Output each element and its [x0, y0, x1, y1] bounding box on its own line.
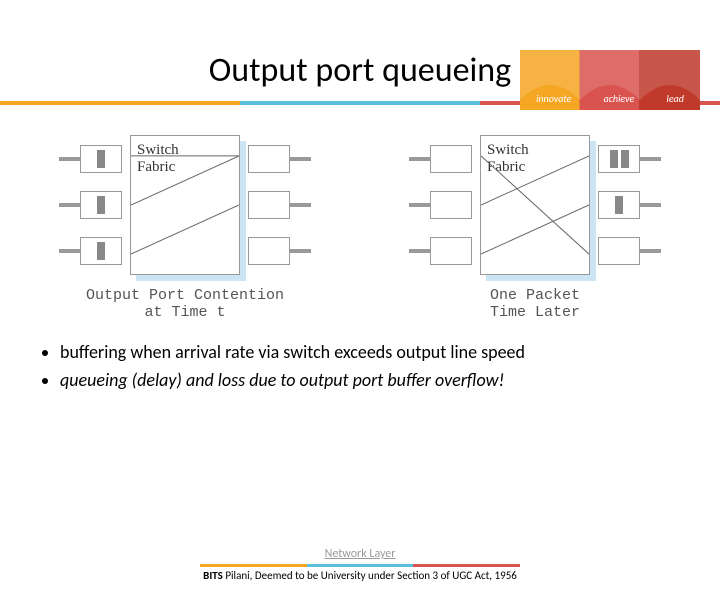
- output-port: [248, 237, 290, 265]
- input-port: [430, 145, 472, 173]
- input-ports-right: [430, 145, 472, 265]
- output-port: [598, 191, 640, 219]
- input-port: [430, 191, 472, 219]
- output-port: [248, 191, 290, 219]
- diagram-right: Switch Fabric One Packet Time Later: [380, 135, 690, 321]
- bullet-item: buffering when arrival rate via switch e…: [60, 341, 680, 363]
- output-port: [598, 237, 640, 265]
- input-port: [80, 145, 122, 173]
- footer-text: BITS Pilani, Deemed to be University und…: [0, 569, 720, 582]
- input-port: [80, 237, 122, 265]
- header-logo: innovate achieve lead: [520, 50, 700, 135]
- input-ports-left: [80, 145, 122, 265]
- switch-fabric-right: Switch Fabric: [480, 135, 590, 275]
- output-ports-right: [598, 145, 640, 265]
- footer-link: Network Layer: [325, 547, 396, 561]
- output-ports-left: [248, 145, 290, 265]
- bullet-list: buffering when arrival rate via switch e…: [40, 341, 680, 391]
- logo-label-3: lead: [667, 92, 684, 105]
- logo-label-1: innovate: [536, 92, 571, 105]
- caption-right: One Packet Time Later: [490, 287, 580, 321]
- diagram-left: Switch Fabric Output Port Contention at …: [30, 135, 340, 321]
- diagrams-container: Switch Fabric Output Port Contention at …: [30, 135, 690, 321]
- logo-label-2: achieve: [604, 92, 635, 105]
- switch-fabric-left: Switch Fabric: [130, 135, 240, 275]
- bullet-item: queueing (delay) and loss due to output …: [60, 369, 680, 391]
- output-port: [598, 145, 640, 173]
- output-port: [248, 145, 290, 173]
- caption-left: Output Port Contention at Time t: [86, 287, 284, 321]
- input-port: [80, 191, 122, 219]
- footer: Network Layer BITS Pilani, Deemed to be …: [0, 543, 720, 582]
- input-port: [430, 237, 472, 265]
